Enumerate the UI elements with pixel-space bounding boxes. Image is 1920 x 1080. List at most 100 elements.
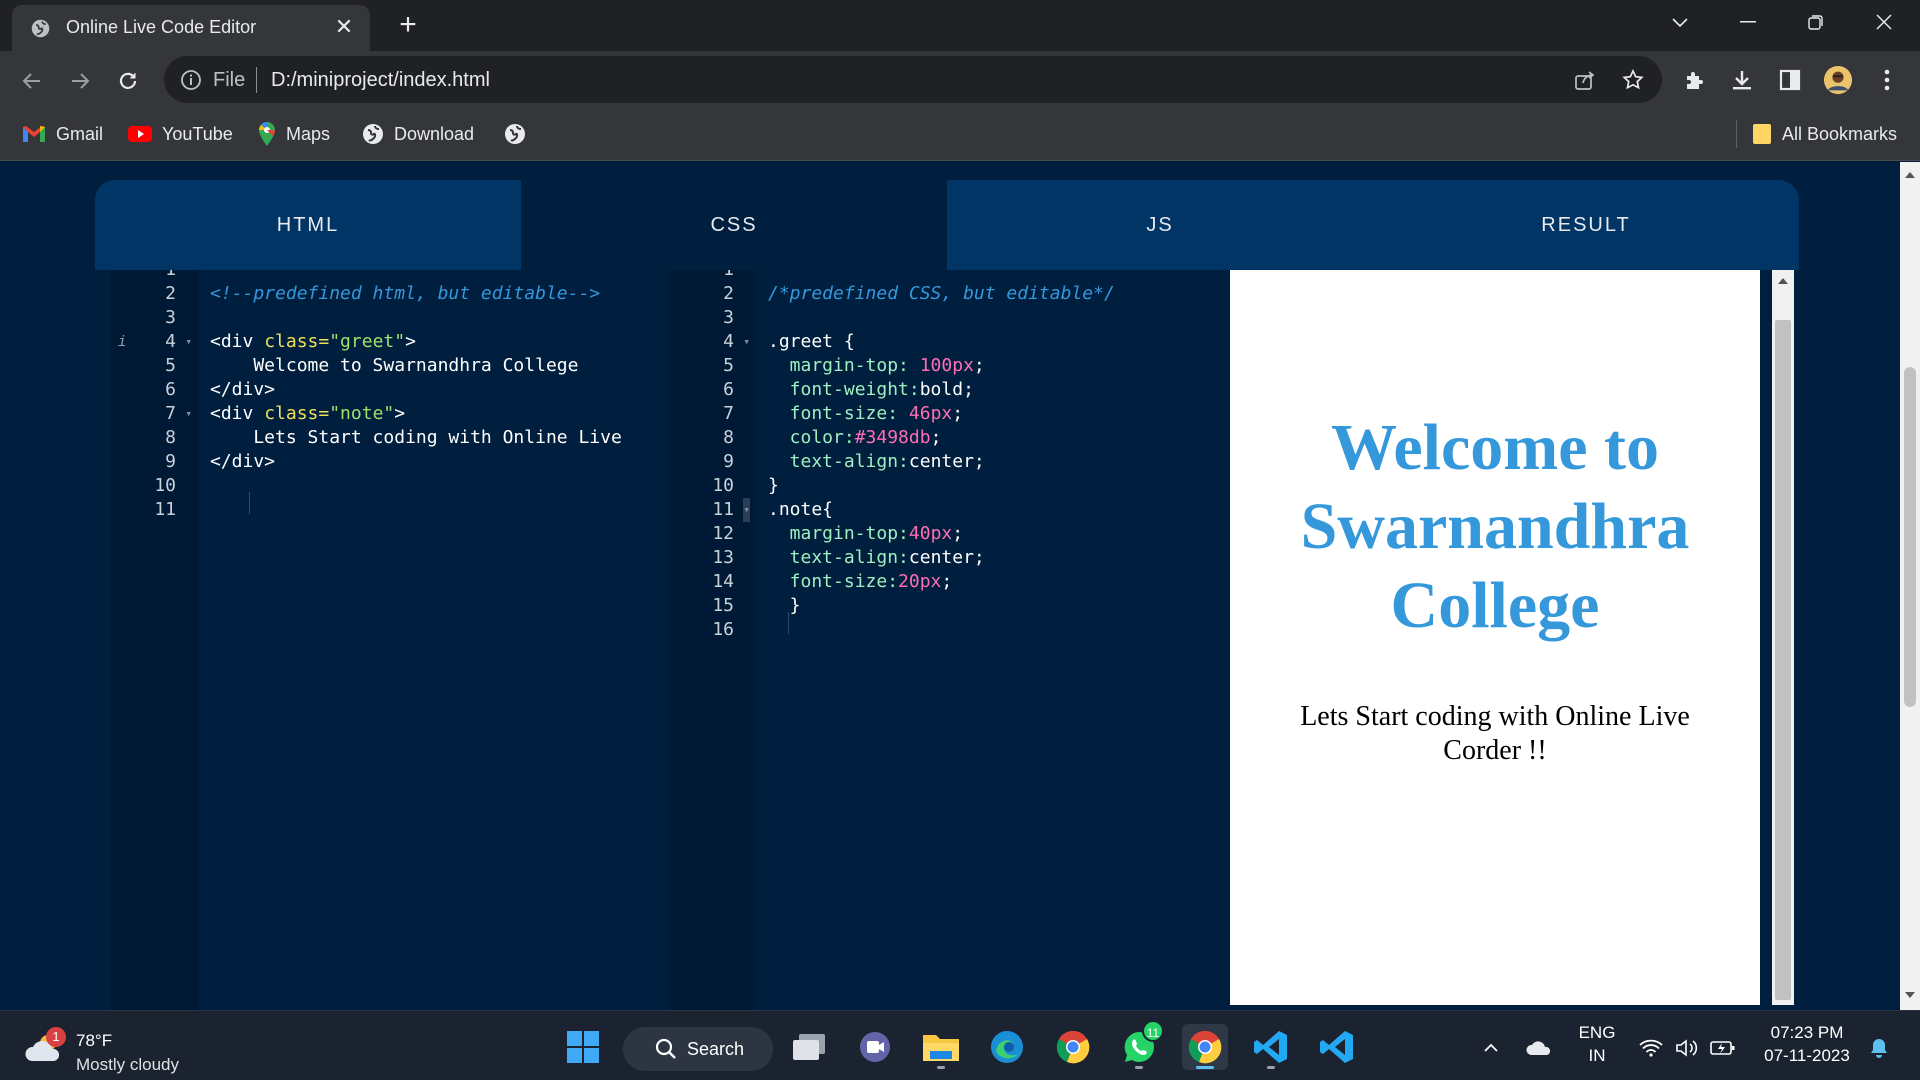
css-value: center xyxy=(908,547,974,568)
line-number: 16 xyxy=(712,619,734,640)
extensions-button[interactable] xyxy=(1680,65,1710,95)
line-number: 3 xyxy=(723,307,734,328)
code-string: "greet" xyxy=(329,331,406,352)
css-property: font-size: xyxy=(768,403,909,424)
code-line: </div> xyxy=(210,451,276,472)
all-bookmarks-button[interactable]: All Bookmarks xyxy=(1752,121,1897,147)
indent-guide xyxy=(249,492,250,514)
code-line: text-align:center; xyxy=(768,546,985,570)
task-view-button[interactable] xyxy=(786,1024,832,1070)
chrome-button[interactable] xyxy=(1050,1024,1096,1070)
share-icon xyxy=(1575,71,1595,90)
cloud-icon xyxy=(1526,1041,1551,1055)
result-scrollbar[interactable] xyxy=(1772,270,1794,1005)
page-scrollbar[interactable] xyxy=(1900,162,1920,1010)
address-separator xyxy=(256,67,257,93)
code-line: text-align:center; xyxy=(768,450,985,474)
weather-widget[interactable]: 1 78°F Mostly cloudy xyxy=(24,1021,224,1074)
bookmark-label: Download xyxy=(394,123,475,144)
chevron-up-icon xyxy=(1484,1043,1498,1052)
info-marker-icon: i xyxy=(118,334,127,350)
address-url[interactable]: D:/miniproject/index.html xyxy=(271,69,490,92)
fold-toggle[interactable]: ▾ xyxy=(743,330,750,354)
menu-button[interactable] xyxy=(1872,65,1902,95)
fold-toggle[interactable]: ▾ xyxy=(185,330,192,354)
scroll-thumb[interactable] xyxy=(1904,367,1916,707)
tab-css[interactable]: CSS xyxy=(521,180,947,270)
file-explorer-button[interactable] xyxy=(918,1024,964,1070)
teams-chat-button[interactable] xyxy=(852,1024,898,1070)
code-token: ; xyxy=(930,427,942,448)
tab-js[interactable]: JS xyxy=(947,180,1373,270)
avatar xyxy=(1823,65,1853,95)
battery-button[interactable] xyxy=(1710,1035,1736,1061)
code-line: margin-top: 100px; xyxy=(768,354,985,378)
profile-button[interactable] xyxy=(1823,65,1853,95)
vscode-button-2[interactable] xyxy=(1314,1024,1360,1070)
tab-result[interactable]: RESULT xyxy=(1373,180,1799,270)
arrow-right-icon xyxy=(72,73,90,89)
forward-button[interactable] xyxy=(62,63,98,99)
css-editor-pane[interactable]: 1 2 3 4 ▾ 5 6 7 8 9 10 11 ▾ 12 13 14 15 … xyxy=(668,270,1208,1010)
chevron-down-icon xyxy=(1672,18,1688,28)
task-view-icon xyxy=(793,1034,825,1060)
kebab-menu-icon xyxy=(1884,69,1890,91)
bookmark-youtube[interactable]: YouTube xyxy=(128,121,233,147)
close-window-button[interactable] xyxy=(1854,0,1914,44)
whatsapp-button[interactable]: 11 xyxy=(1116,1020,1164,1070)
bookmark-maps[interactable]: Maps xyxy=(258,121,330,147)
bookmark-download[interactable]: Download xyxy=(362,121,474,147)
scroll-up-icon[interactable] xyxy=(1905,172,1915,178)
start-button[interactable] xyxy=(560,1024,606,1070)
html-editor-pane[interactable]: 1 2 3 4 ▾ i 5 6 7 ▾ 8 9 10 11 <!--predef… xyxy=(110,270,650,1010)
edge-icon xyxy=(991,1031,1023,1063)
share-button[interactable] xyxy=(1572,67,1598,93)
taskbar-search[interactable]: Search xyxy=(623,1027,773,1071)
fold-toggle[interactable]: ▾ xyxy=(185,402,192,426)
reload-button[interactable] xyxy=(110,63,146,99)
minimize-button[interactable] xyxy=(1718,0,1778,44)
search-icon xyxy=(655,1038,676,1059)
tab-html[interactable]: HTML xyxy=(95,180,521,270)
tab-close-button[interactable]: ✕ xyxy=(332,13,356,41)
info-icon[interactable] xyxy=(179,68,203,92)
downloads-button[interactable] xyxy=(1727,65,1757,95)
notifications-button[interactable] xyxy=(1866,1035,1892,1061)
scroll-up-icon[interactable] xyxy=(1778,278,1788,284)
edge-button[interactable] xyxy=(984,1024,1030,1070)
language-indicator[interactable]: ENG IN xyxy=(1572,1023,1622,1066)
bookmark-star-button[interactable] xyxy=(1620,67,1646,93)
onedrive-button[interactable] xyxy=(1526,1035,1552,1061)
tab-title: Online Live Code Editor xyxy=(66,17,257,37)
css-value: 100px xyxy=(919,355,974,376)
bookmark-globe[interactable] xyxy=(504,121,536,147)
code-token: ; xyxy=(973,547,985,568)
scroll-thumb[interactable] xyxy=(1775,320,1791,1000)
wifi-icon xyxy=(1639,1039,1663,1057)
scroll-down-icon[interactable] xyxy=(1905,992,1915,998)
fold-toggle[interactable]: ▾ xyxy=(743,498,750,522)
tab-search-button[interactable] xyxy=(1650,0,1710,44)
code-attr: class= xyxy=(264,331,330,352)
weather-temp: 78°F xyxy=(76,1031,113,1050)
chrome-icon xyxy=(1188,1030,1222,1064)
bell-icon xyxy=(1871,1039,1887,1058)
show-hidden-icons-button[interactable] xyxy=(1478,1035,1504,1061)
back-button[interactable] xyxy=(14,63,50,99)
chrome-active-button[interactable] xyxy=(1182,1024,1228,1070)
bookmark-gmail[interactable]: Gmail xyxy=(22,121,103,147)
wifi-button[interactable] xyxy=(1638,1035,1664,1061)
css-gutter: 1 2 3 4 ▾ 5 6 7 8 9 10 11 ▾ 12 13 14 15 … xyxy=(668,270,756,1010)
arrow-left-icon xyxy=(22,73,40,89)
clock[interactable]: 07:23 PM 07-11-2023 xyxy=(1752,1023,1862,1066)
line-number: 9 xyxy=(723,451,734,472)
new-tab-button[interactable]: + xyxy=(392,8,424,42)
restore-button[interactable] xyxy=(1786,0,1846,44)
vscode-button[interactable] xyxy=(1248,1024,1294,1070)
side-panel-button[interactable] xyxy=(1775,65,1805,95)
code-line: <div class="note"> xyxy=(210,402,405,426)
code-token: <div xyxy=(210,403,265,424)
volume-button[interactable] xyxy=(1674,1035,1700,1061)
browser-tab[interactable]: Online Live Code Editor ✕ xyxy=(12,5,370,51)
address-bar[interactable]: File D:/miniproject/index.html xyxy=(164,56,1662,103)
